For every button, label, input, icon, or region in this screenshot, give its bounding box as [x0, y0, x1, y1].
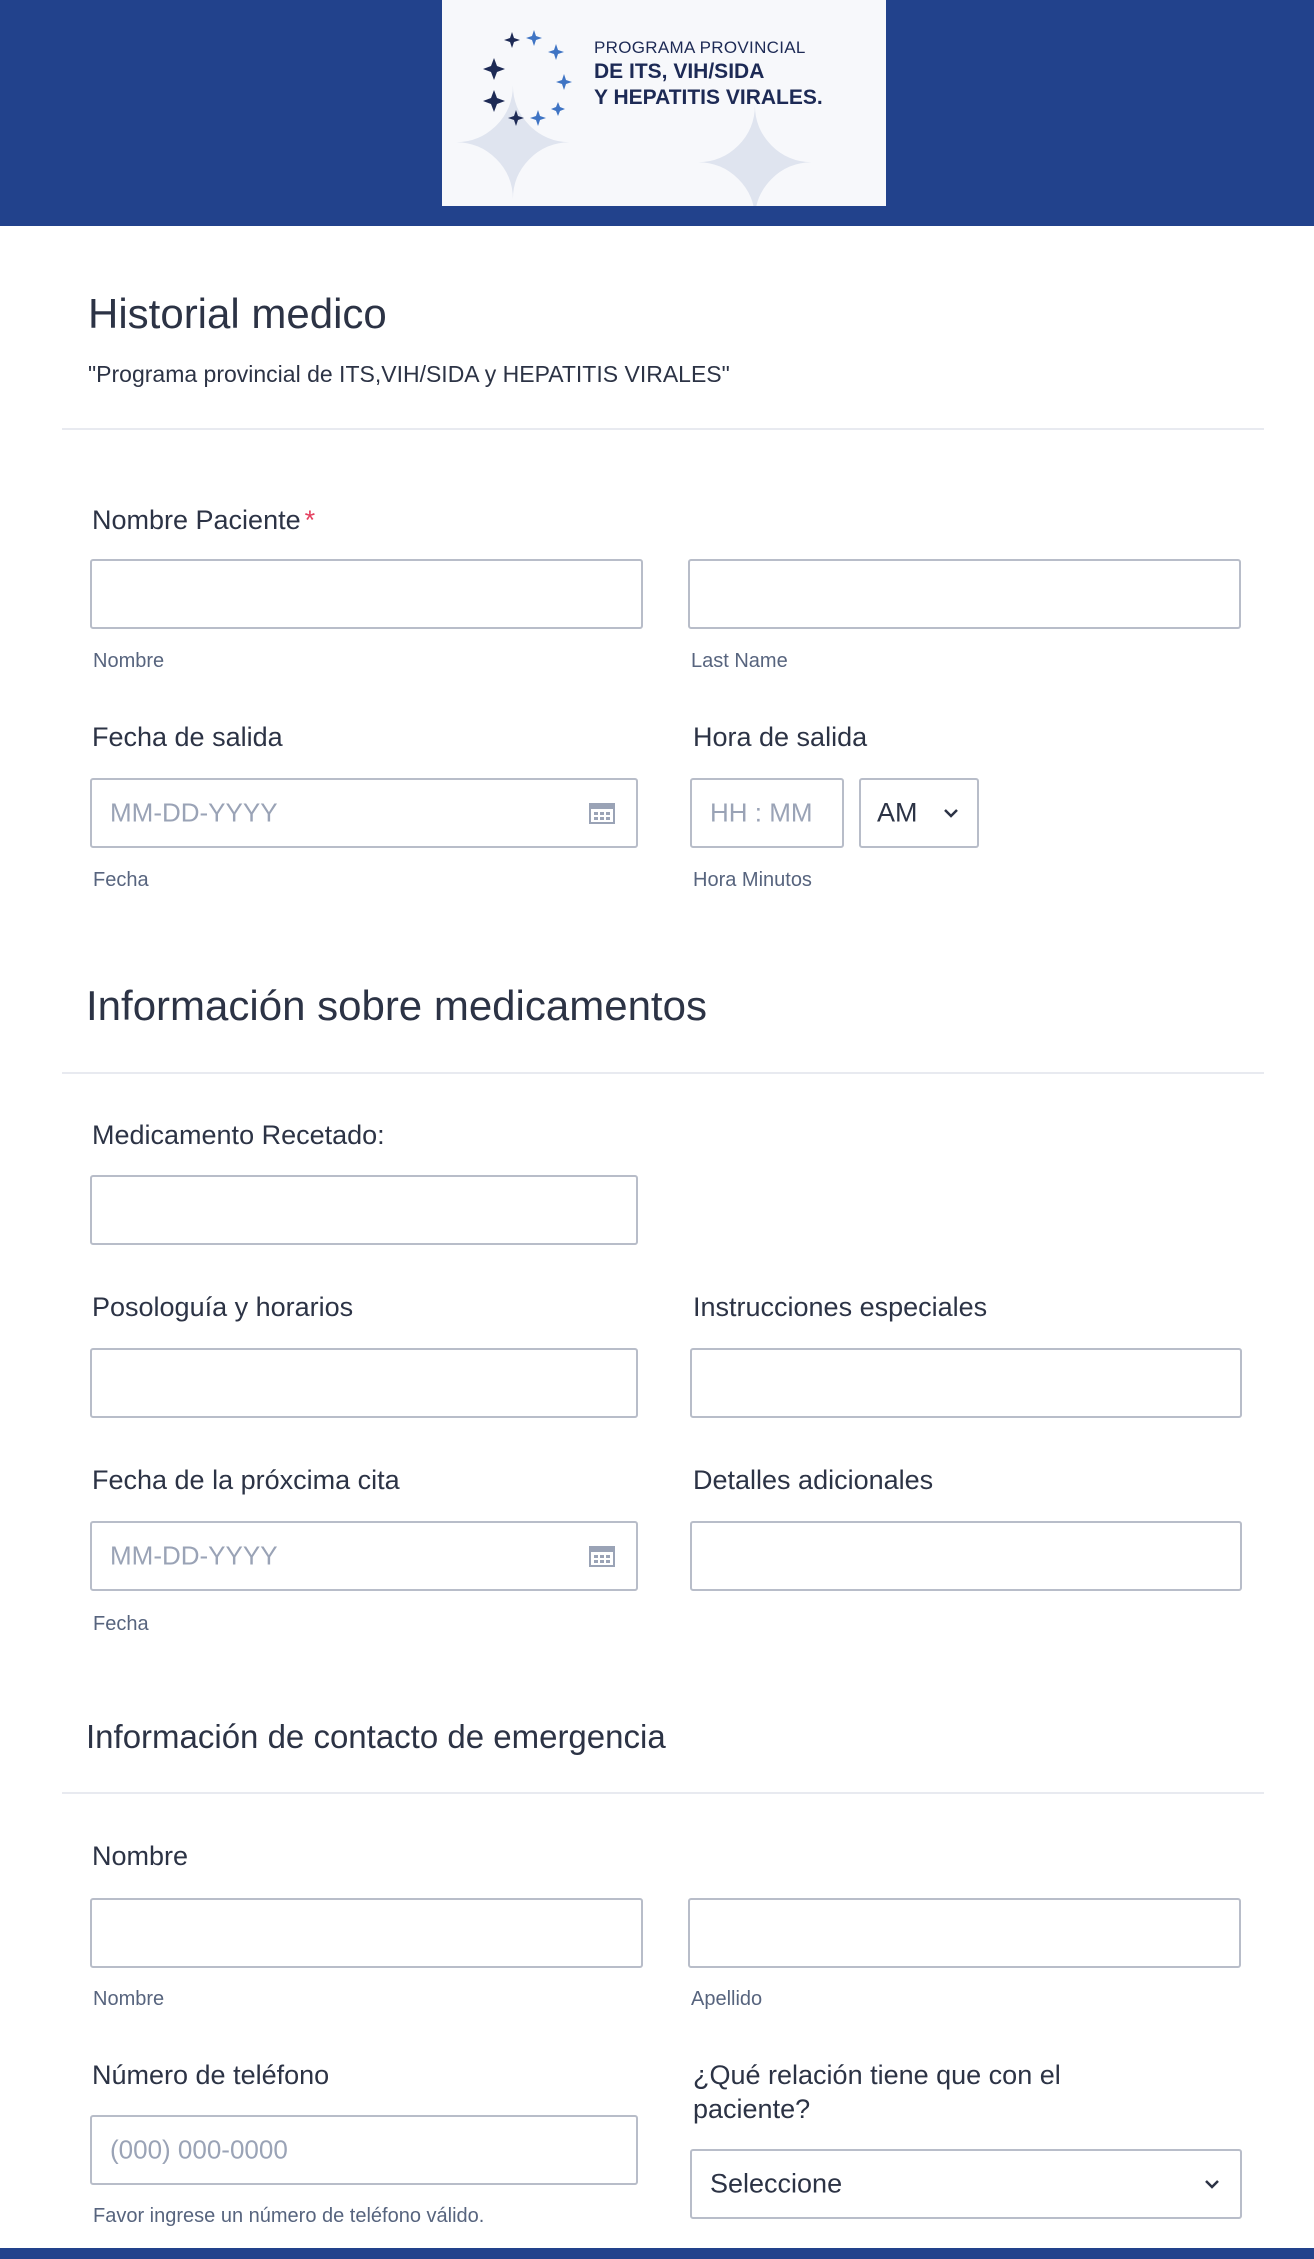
- prescribed-medication-input[interactable]: [90, 1175, 638, 1245]
- ampm-select[interactable]: AM: [859, 778, 979, 848]
- emergency-name-label: Nombre: [92, 1841, 189, 1871]
- relation-select[interactable]: Seleccione: [690, 2149, 1242, 2219]
- next-appointment-date-input[interactable]: MM-DD-YYYY: [90, 1521, 638, 1591]
- next-appointment-sublabel: Fecha: [93, 1613, 149, 1635]
- emergency-section-title: Información de contacto de emergencia: [86, 1718, 666, 1755]
- dosage-label: Posologuía y horarios: [92, 1292, 354, 1322]
- ampm-value: AM: [877, 797, 918, 828]
- phone-placeholder: (000) 000-0000: [110, 2134, 288, 2165]
- patient-last-name-input[interactable]: [688, 559, 1241, 629]
- relation-select-value: Seleccione: [710, 2168, 843, 2199]
- section-divider: [62, 1072, 1264, 1074]
- discharge-date-input[interactable]: MM-DD-YYYY: [90, 778, 638, 848]
- additional-details-input[interactable]: [690, 1521, 1242, 1591]
- logo-line-2: DE ITS, VIH/SIDA: [594, 60, 765, 83]
- patient-last-name-sublabel: Last Name: [691, 650, 788, 672]
- form-subtitle: "Programa provincial de ITS,VIH/SIDA y H…: [88, 361, 730, 387]
- calendar-icon[interactable]: [588, 801, 616, 825]
- chevron-down-icon: [1205, 2180, 1219, 2189]
- patient-first-name-input[interactable]: [90, 559, 643, 629]
- discharge-time-label: Hora de salida: [693, 722, 868, 752]
- patient-first-name-sublabel: Nombre: [93, 650, 165, 672]
- relation-label: ¿Qué relación tiene que con el paciente?: [693, 2058, 1061, 2126]
- emergency-last-name-sublabel: Apellido: [691, 1988, 763, 2010]
- program-logo: ✦ ✦ PROGRAMA PROVINCIAL DE ITS, VIH/SIDA…: [442, 0, 886, 206]
- required-mark: *: [304, 505, 316, 535]
- phone-hint: Favor ingrese un número de teléfono váli…: [93, 2205, 485, 2227]
- discharge-time-input[interactable]: HH : MM: [690, 778, 844, 848]
- emergency-first-name-input[interactable]: [90, 1898, 643, 1968]
- form-title: Historial medico: [88, 290, 387, 337]
- next-appointment-label: Fecha de la próxcima cita: [92, 1465, 400, 1495]
- page-footer-bar: [0, 2248, 1314, 2259]
- medication-section-title: Información sobre medicamentos: [86, 982, 707, 1029]
- relation-label-line-1: ¿Qué relación tiene que con el: [693, 2060, 1061, 2090]
- additional-details-label: Detalles adicionales: [693, 1465, 934, 1495]
- logo-line-1: PROGRAMA PROVINCIAL: [594, 38, 806, 57]
- emergency-first-name-sublabel: Nombre: [93, 1988, 165, 2010]
- prescribed-medication-label: Medicamento Recetado:: [92, 1120, 385, 1150]
- patient-name-label-text: Nombre Paciente: [92, 505, 301, 535]
- special-instructions-label: Instrucciones especiales: [693, 1292, 988, 1322]
- page-header: ✦ ✦ PROGRAMA PROVINCIAL DE ITS, VIH/SIDA…: [0, 0, 1314, 226]
- discharge-date-sublabel: Fecha: [93, 869, 149, 891]
- calendar-icon[interactable]: [588, 1544, 616, 1568]
- logo-text: PROGRAMA PROVINCIAL DE ITS, VIH/SIDA Y H…: [594, 38, 823, 110]
- discharge-time-placeholder: HH : MM: [710, 797, 813, 828]
- section-divider: [62, 1792, 1264, 1794]
- chevron-down-icon: [944, 809, 958, 818]
- logo-line-3: Y HEPATITIS VIRALES.: [594, 86, 823, 109]
- discharge-date-label: Fecha de salida: [92, 722, 283, 752]
- dosage-input[interactable]: [90, 1348, 638, 1418]
- patient-name-label: Nombre Paciente *: [92, 503, 315, 537]
- discharge-time-sublabel: Hora Minutos: [693, 869, 812, 891]
- special-instructions-input[interactable]: [690, 1348, 1242, 1418]
- phone-label: Número de teléfono: [92, 2060, 330, 2090]
- phone-input[interactable]: (000) 000-0000: [90, 2115, 638, 2185]
- discharge-date-placeholder: MM-DD-YYYY: [110, 797, 278, 828]
- next-appointment-placeholder: MM-DD-YYYY: [110, 1540, 278, 1571]
- section-divider: [62, 428, 1264, 430]
- emergency-last-name-input[interactable]: [688, 1898, 1241, 1968]
- star-ring-icon: [483, 30, 572, 126]
- relation-label-line-2: paciente?: [693, 2094, 811, 2124]
